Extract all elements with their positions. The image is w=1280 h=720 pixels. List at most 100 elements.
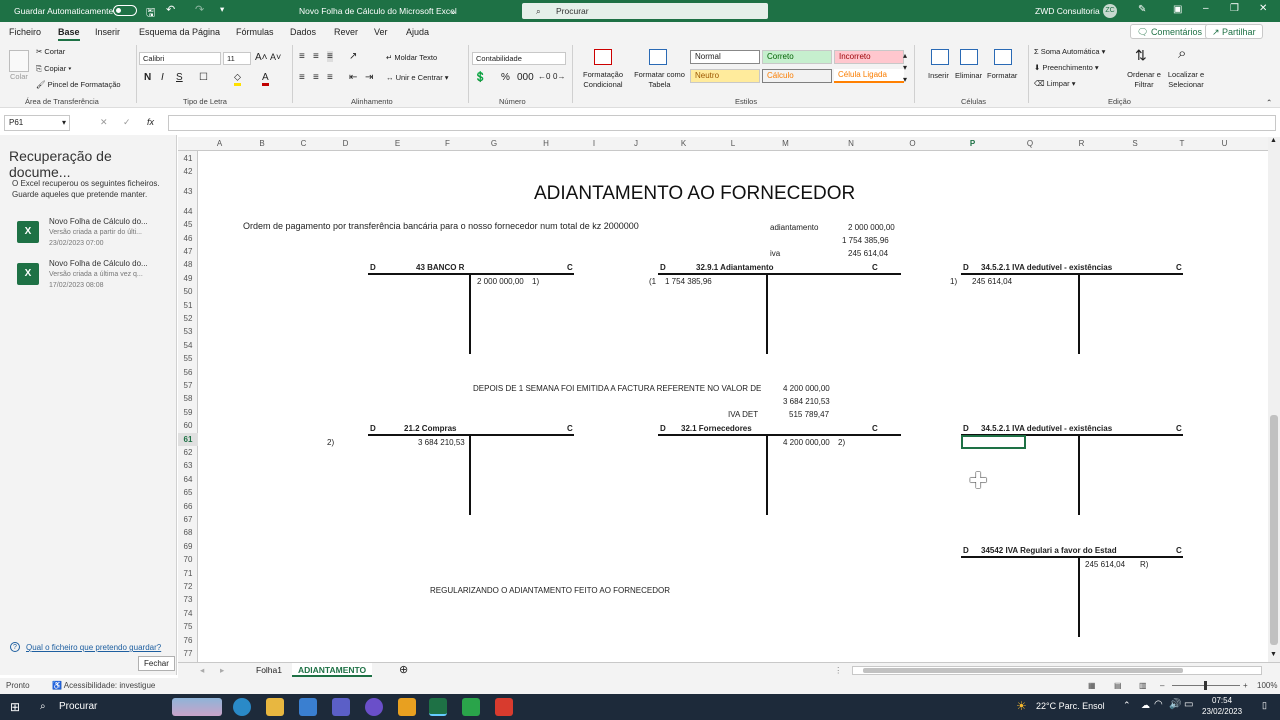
recorder-icon[interactable] xyxy=(495,698,513,716)
format-table-icon[interactable] xyxy=(649,49,667,65)
row-header[interactable]: 70 xyxy=(178,553,198,566)
row-header[interactable]: 68 xyxy=(178,526,198,539)
tab-home[interactable]: Base xyxy=(58,27,80,41)
row-header[interactable]: 45 xyxy=(178,218,198,231)
delete-cells-button[interactable]: Eliminar xyxy=(955,71,982,80)
weather-text[interactable]: 22°C Parc. Ensol xyxy=(1036,701,1105,711)
row-header[interactable]: 72 xyxy=(178,580,198,593)
format-cells-icon[interactable] xyxy=(994,49,1012,65)
styles-more-icon[interactable]: ▴ ▾ ▾ xyxy=(903,50,907,86)
row-header[interactable]: 52 xyxy=(178,312,198,325)
t-account-title[interactable]: 32.9.1 Adiantamento xyxy=(696,263,774,272)
column-header[interactable]: B xyxy=(240,139,284,148)
t-account-debit-value[interactable]: 1 754 385,96 xyxy=(665,277,712,286)
style-calculation[interactable]: Cálculo xyxy=(762,69,832,83)
tab-page-layout[interactable]: Esquema da Página xyxy=(139,27,220,37)
autosave-toggle[interactable] xyxy=(113,5,137,16)
tab-data[interactable]: Dados xyxy=(290,27,316,37)
tray-chevron-icon[interactable]: ⌃ xyxy=(1123,700,1131,711)
find-select-icon[interactable]: ⌕ xyxy=(1178,45,1186,62)
accounting-format-icon[interactable]: 💲 xyxy=(474,72,486,83)
decrease-decimal-icon[interactable]: 0→ xyxy=(553,72,565,81)
align-top-icon[interactable]: ≡ xyxy=(299,51,305,62)
scroll-up-icon[interactable]: ▲ xyxy=(1270,137,1277,144)
document-title[interactable]: Novo Folha de Cálculo do Microsoft Excel xyxy=(299,6,457,16)
row-header[interactable]: 55 xyxy=(178,352,198,365)
increase-decimal-icon[interactable]: ←0 xyxy=(538,72,550,81)
weather-icon[interactable]: ☀ xyxy=(1016,699,1027,713)
insert-function-button[interactable]: fx xyxy=(147,117,154,127)
conditional-format-icon[interactable] xyxy=(594,49,612,65)
cancel-icon[interactable]: ✕ xyxy=(100,117,108,128)
row-header[interactable]: 76 xyxy=(178,634,198,647)
insert-cells-button[interactable]: Inserir xyxy=(928,71,949,80)
scroll-thumb[interactable] xyxy=(1270,415,1278,645)
t-account-credit-value[interactable]: 4 200 000,00 xyxy=(783,438,830,447)
row-header[interactable]: 63 xyxy=(178,459,198,472)
t-account-title[interactable]: 43 BANCO R xyxy=(416,263,464,272)
font-size-select[interactable]: 11 xyxy=(223,52,251,65)
zoom-out-icon[interactable]: – xyxy=(1160,681,1164,690)
column-header[interactable]: J xyxy=(616,139,656,148)
align-left-icon[interactable]: ≡ xyxy=(299,72,305,83)
tab-view[interactable]: Ver xyxy=(374,27,388,37)
column-header[interactable]: O xyxy=(886,139,939,148)
vertical-scrollbar[interactable]: ▲ ▼ xyxy=(1268,137,1280,662)
row-header[interactable]: 66 xyxy=(178,500,198,513)
spreadsheet-grid[interactable]: ABCDEFGHIJKLMNOPQRSTU 41 42 43 44 45 46 47 48 49… xyxy=(178,137,1268,662)
fill-color-icon[interactable]: ⬦ xyxy=(234,72,241,86)
row-header[interactable]: 47 xyxy=(178,245,198,258)
thousands-icon[interactable]: 000 xyxy=(517,72,534,83)
pen-icon[interactable]: ✎ xyxy=(1138,4,1146,15)
clock-date[interactable]: 23/02/2023 xyxy=(1202,707,1242,716)
column-header[interactable]: G xyxy=(468,139,520,148)
bold-icon[interactable]: N xyxy=(144,72,151,83)
column-header[interactable]: N xyxy=(816,139,886,148)
find-select-button[interactable]: Localizar e Selecionar xyxy=(1160,70,1212,90)
column-header[interactable]: I xyxy=(572,139,616,148)
italic-icon[interactable]: I xyxy=(161,72,164,83)
row-header[interactable]: 59 xyxy=(178,406,198,419)
t-account-title[interactable]: 34542 IVA Regulari a favor do Estad xyxy=(981,546,1138,555)
excel-taskbar-icon[interactable] xyxy=(429,698,447,716)
column-header[interactable]: A xyxy=(199,139,240,148)
tab-file[interactable]: Ficheiro xyxy=(9,27,41,37)
clock-time[interactable]: 07:54 xyxy=(1212,696,1232,705)
tab-help[interactable]: Ajuda xyxy=(406,27,429,37)
paste-icon[interactable] xyxy=(9,50,29,72)
row-header[interactable]: 42 xyxy=(178,165,198,178)
t-account-credit-value[interactable]: 245 614,04 xyxy=(1085,560,1125,569)
tab-scroll-left-icon[interactable]: ◂ xyxy=(200,665,204,676)
column-header[interactable]: T xyxy=(1161,139,1203,148)
row-header[interactable]: 53 xyxy=(178,325,198,338)
row-header[interactable]: 64 xyxy=(178,473,198,486)
browser-icon[interactable] xyxy=(365,698,383,716)
invoice-base[interactable]: 3 684 210,53 xyxy=(783,397,830,406)
column-header[interactable]: S xyxy=(1109,139,1161,148)
number-format-select[interactable]: Contabilidade xyxy=(472,52,566,65)
column-header[interactable]: P xyxy=(939,139,1006,148)
column-header[interactable]: H xyxy=(520,139,572,148)
row-header[interactable]: 54 xyxy=(178,339,198,352)
avatar[interactable]: ZC xyxy=(1103,4,1117,18)
column-header[interactable]: L xyxy=(711,139,755,148)
format-cells-button[interactable]: Formatar xyxy=(987,71,1017,80)
row-header[interactable]: 51 xyxy=(178,299,198,312)
row-header[interactable]: 60 xyxy=(178,419,198,432)
scroll-down-icon[interactable]: ▼ xyxy=(1270,651,1277,658)
sort-filter-icon[interactable]: ⇅ xyxy=(1135,47,1147,64)
style-normal[interactable]: Normal xyxy=(690,50,760,64)
t-account-credit-value[interactable]: 2 000 000,00 xyxy=(477,277,524,286)
row-header[interactable]: 44 xyxy=(178,205,198,218)
t-account-title[interactable]: 34.5.2.1 IVA dedutível - existências xyxy=(981,263,1112,272)
sheet-tab-folha1[interactable]: Folha1 xyxy=(256,665,282,675)
wrap-text-button[interactable]: ↵ Moldar Texto xyxy=(386,53,437,62)
clear-button[interactable]: ⌫ Limpar ▾ xyxy=(1034,79,1076,88)
row-header[interactable]: 50 xyxy=(178,285,198,298)
column-header[interactable]: D xyxy=(323,139,368,148)
cut-button[interactable]: ✂ Cortar xyxy=(36,47,65,56)
tab-review[interactable]: Rever xyxy=(334,27,358,37)
underline-icon[interactable]: S xyxy=(176,72,183,83)
iva-label[interactable]: iva xyxy=(770,249,780,258)
cell-area[interactable]: ADIANTAMENTO AO FORNECEDOR Ordem de paga… xyxy=(199,151,1268,662)
